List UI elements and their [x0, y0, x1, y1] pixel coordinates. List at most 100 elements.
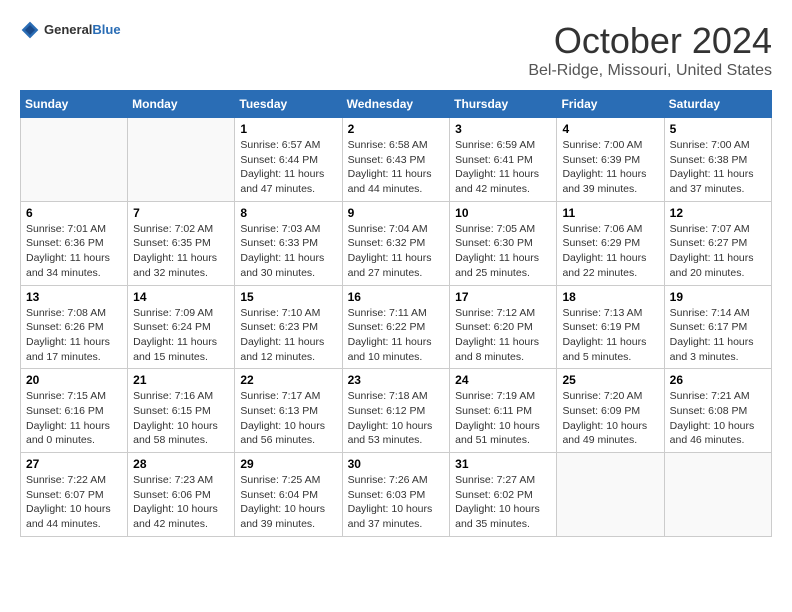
calendar-cell: 13 Sunrise: 7:08 AMSunset: 6:26 PMDayligh…: [21, 285, 128, 369]
day-info: Sunrise: 7:00 AMSunset: 6:39 PMDaylight:…: [562, 138, 658, 197]
calendar-cell: 18 Sunrise: 7:13 AMSunset: 6:19 PMDayligh…: [557, 285, 664, 369]
weekday-header: Sunday: [21, 91, 128, 118]
day-info: Sunrise: 7:11 AMSunset: 6:22 PMDaylight:…: [348, 306, 445, 365]
weekday-header: Thursday: [450, 91, 557, 118]
day-number: 21: [133, 373, 229, 387]
calendar-cell: 12 Sunrise: 7:07 AMSunset: 6:27 PMDayligh…: [664, 201, 771, 285]
weekday-header: Saturday: [664, 91, 771, 118]
day-number: 16: [348, 290, 445, 304]
calendar-cell: 22 Sunrise: 7:17 AMSunset: 6:13 PMDayligh…: [235, 369, 342, 453]
calendar-cell: 25 Sunrise: 7:20 AMSunset: 6:09 PMDayligh…: [557, 369, 664, 453]
day-info: Sunrise: 7:02 AMSunset: 6:35 PMDaylight:…: [133, 222, 229, 281]
day-number: 20: [26, 373, 122, 387]
day-info: Sunrise: 7:01 AMSunset: 6:36 PMDaylight:…: [26, 222, 122, 281]
day-number: 24: [455, 373, 551, 387]
day-number: 13: [26, 290, 122, 304]
calendar-week-row: 27 Sunrise: 7:22 AMSunset: 6:07 PMDayligh…: [21, 453, 772, 537]
day-info: Sunrise: 7:17 AMSunset: 6:13 PMDaylight:…: [240, 389, 336, 448]
day-number: 1: [240, 122, 336, 136]
day-info: Sunrise: 7:26 AMSunset: 6:03 PMDaylight:…: [348, 473, 445, 532]
day-number: 18: [562, 290, 658, 304]
day-info: Sunrise: 7:21 AMSunset: 6:08 PMDaylight:…: [670, 389, 766, 448]
calendar-week-row: 6 Sunrise: 7:01 AMSunset: 6:36 PMDaylight…: [21, 201, 772, 285]
day-number: 12: [670, 206, 766, 220]
calendar-week-row: 13 Sunrise: 7:08 AMSunset: 6:26 PMDayligh…: [21, 285, 772, 369]
day-info: Sunrise: 7:10 AMSunset: 6:23 PMDaylight:…: [240, 306, 336, 365]
day-info: Sunrise: 7:19 AMSunset: 6:11 PMDaylight:…: [455, 389, 551, 448]
day-number: 3: [455, 122, 551, 136]
day-number: 11: [562, 206, 658, 220]
day-number: 6: [26, 206, 122, 220]
calendar-cell: 5 Sunrise: 7:00 AMSunset: 6:38 PMDaylight…: [664, 118, 771, 202]
day-info: Sunrise: 7:22 AMSunset: 6:07 PMDaylight:…: [26, 473, 122, 532]
day-info: Sunrise: 6:59 AMSunset: 6:41 PMDaylight:…: [455, 138, 551, 197]
calendar-cell: 9 Sunrise: 7:04 AMSunset: 6:32 PMDaylight…: [342, 201, 450, 285]
calendar-cell: 10 Sunrise: 7:05 AMSunset: 6:30 PMDayligh…: [450, 201, 557, 285]
calendar-cell: 24 Sunrise: 7:19 AMSunset: 6:11 PMDayligh…: [450, 369, 557, 453]
day-number: 26: [670, 373, 766, 387]
calendar-cell: 15 Sunrise: 7:10 AMSunset: 6:23 PMDayligh…: [235, 285, 342, 369]
day-number: 30: [348, 457, 445, 471]
day-info: Sunrise: 7:06 AMSunset: 6:29 PMDaylight:…: [562, 222, 658, 281]
day-info: Sunrise: 7:13 AMSunset: 6:19 PMDaylight:…: [562, 306, 658, 365]
day-number: 27: [26, 457, 122, 471]
calendar-cell: 6 Sunrise: 7:01 AMSunset: 6:36 PMDaylight…: [21, 201, 128, 285]
logo-general: General: [44, 22, 92, 37]
day-number: 25: [562, 373, 658, 387]
day-info: Sunrise: 6:58 AMSunset: 6:43 PMDaylight:…: [348, 138, 445, 197]
calendar-cell: 2 Sunrise: 6:58 AMSunset: 6:43 PMDaylight…: [342, 118, 450, 202]
calendar-subtitle: Bel-Ridge, Missouri, United States: [528, 62, 772, 80]
calendar-cell: 23 Sunrise: 7:18 AMSunset: 6:12 PMDayligh…: [342, 369, 450, 453]
day-number: 19: [670, 290, 766, 304]
calendar-cell: 8 Sunrise: 7:03 AMSunset: 6:33 PMDaylight…: [235, 201, 342, 285]
day-info: Sunrise: 7:05 AMSunset: 6:30 PMDaylight:…: [455, 222, 551, 281]
day-number: 4: [562, 122, 658, 136]
weekday-header: Tuesday: [235, 91, 342, 118]
calendar-title: October 2024: [528, 20, 772, 62]
day-number: 5: [670, 122, 766, 136]
day-info: Sunrise: 7:16 AMSunset: 6:15 PMDaylight:…: [133, 389, 229, 448]
logo: GeneralBlue: [20, 20, 121, 40]
calendar-cell: 3 Sunrise: 6:59 AMSunset: 6:41 PMDaylight…: [450, 118, 557, 202]
day-info: Sunrise: 7:15 AMSunset: 6:16 PMDaylight:…: [26, 389, 122, 448]
day-number: 17: [455, 290, 551, 304]
day-info: Sunrise: 7:03 AMSunset: 6:33 PMDaylight:…: [240, 222, 336, 281]
day-number: 15: [240, 290, 336, 304]
calendar-cell: 20 Sunrise: 7:15 AMSunset: 6:16 PMDayligh…: [21, 369, 128, 453]
calendar-table: SundayMondayTuesdayWednesdayThursdayFrid…: [20, 90, 772, 537]
day-number: 8: [240, 206, 336, 220]
page-header: GeneralBlue October 2024 Bel-Ridge, Miss…: [20, 20, 772, 80]
day-number: 14: [133, 290, 229, 304]
day-number: 10: [455, 206, 551, 220]
day-number: 23: [348, 373, 445, 387]
calendar-cell: 17 Sunrise: 7:12 AMSunset: 6:20 PMDayligh…: [450, 285, 557, 369]
calendar-cell: [21, 118, 128, 202]
day-info: Sunrise: 7:07 AMSunset: 6:27 PMDaylight:…: [670, 222, 766, 281]
day-info: Sunrise: 6:57 AMSunset: 6:44 PMDaylight:…: [240, 138, 336, 197]
calendar-cell: 27 Sunrise: 7:22 AMSunset: 6:07 PMDayligh…: [21, 453, 128, 537]
logo-icon: [20, 20, 40, 40]
calendar-cell: [664, 453, 771, 537]
calendar-cell: 31 Sunrise: 7:27 AMSunset: 6:02 PMDayligh…: [450, 453, 557, 537]
calendar-cell: 11 Sunrise: 7:06 AMSunset: 6:29 PMDayligh…: [557, 201, 664, 285]
day-info: Sunrise: 7:18 AMSunset: 6:12 PMDaylight:…: [348, 389, 445, 448]
day-info: Sunrise: 7:08 AMSunset: 6:26 PMDaylight:…: [26, 306, 122, 365]
calendar-cell: 21 Sunrise: 7:16 AMSunset: 6:15 PMDayligh…: [128, 369, 235, 453]
day-info: Sunrise: 7:12 AMSunset: 6:20 PMDaylight:…: [455, 306, 551, 365]
calendar-cell: 7 Sunrise: 7:02 AMSunset: 6:35 PMDaylight…: [128, 201, 235, 285]
day-number: 22: [240, 373, 336, 387]
calendar-week-row: 1 Sunrise: 6:57 AMSunset: 6:44 PMDaylight…: [21, 118, 772, 202]
calendar-cell: 1 Sunrise: 6:57 AMSunset: 6:44 PMDaylight…: [235, 118, 342, 202]
day-number: 9: [348, 206, 445, 220]
day-info: Sunrise: 7:27 AMSunset: 6:02 PMDaylight:…: [455, 473, 551, 532]
day-info: Sunrise: 7:04 AMSunset: 6:32 PMDaylight:…: [348, 222, 445, 281]
logo-blue: Blue: [92, 22, 120, 37]
weekday-header: Monday: [128, 91, 235, 118]
day-number: 7: [133, 206, 229, 220]
day-number: 31: [455, 457, 551, 471]
weekday-header: Wednesday: [342, 91, 450, 118]
day-info: Sunrise: 7:00 AMSunset: 6:38 PMDaylight:…: [670, 138, 766, 197]
day-info: Sunrise: 7:20 AMSunset: 6:09 PMDaylight:…: [562, 389, 658, 448]
day-number: 2: [348, 122, 445, 136]
calendar-cell: [128, 118, 235, 202]
